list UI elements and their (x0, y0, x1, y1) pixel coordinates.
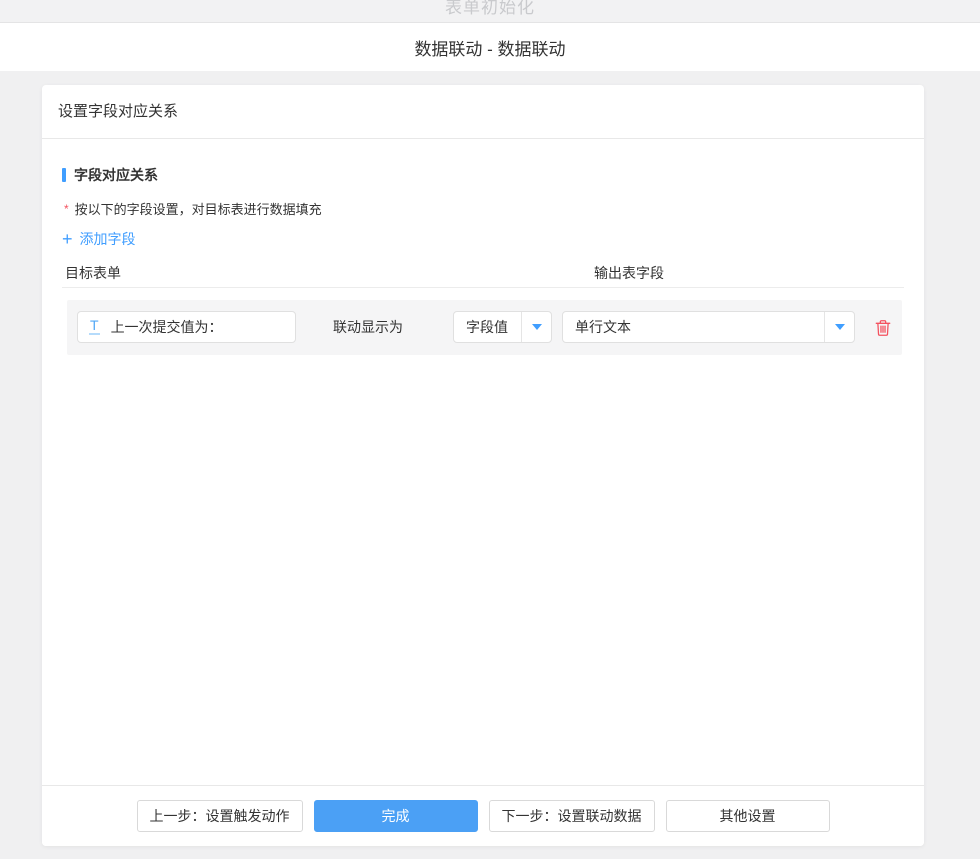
table-row: T 上一次提交值为： 联动显示为 字段值 单行文本 (67, 300, 902, 355)
dialog-title: 数据联动 - 数据联动 (414, 35, 565, 60)
column-header-output-field: 输出表字段 (594, 263, 664, 283)
panel-footer: 上一步：设置触发动作 完成 下一步：设置联动数据 其他设置 (42, 785, 924, 846)
field-mapping-panel: 设置字段对应关系 字段对应关系 * 按以下的字段设置，对目标表进行数据填充 + 添… (42, 85, 924, 846)
plus-icon: + (62, 231, 73, 247)
hint-text: 按以下的字段设置，对目标表进行数据填充 (75, 202, 322, 217)
relation-label: 联动显示为 (333, 300, 403, 355)
finish-button[interactable]: 完成 (314, 800, 478, 832)
delete-row-button[interactable] (873, 318, 893, 338)
table-column-headers: 目标表单 输出表字段 (62, 263, 904, 288)
dropdown-arrow-section[interactable] (824, 312, 854, 342)
background-page-title: 表单初始化 (445, 0, 535, 18)
text-field-type-icon: T (89, 319, 100, 335)
background-page-header: 表单初始化 (0, 0, 980, 23)
other-settings-button[interactable]: 其他设置 (666, 800, 830, 832)
chevron-down-icon (532, 324, 542, 330)
prev-step-button[interactable]: 上一步：设置触发动作 (137, 800, 303, 832)
value-type-selected: 字段值 (454, 317, 521, 337)
next-step-button[interactable]: 下一步：设置联动数据 (489, 800, 655, 832)
target-field-input[interactable]: T 上一次提交值为： (77, 311, 296, 343)
section-title: 字段对应关系 (74, 165, 158, 185)
dialog-title-bar: 数据联动 - 数据联动 (0, 23, 980, 71)
trash-icon (875, 319, 891, 337)
dropdown-arrow-section[interactable] (521, 312, 551, 342)
section-title-row: 字段对应关系 (62, 165, 904, 185)
output-field-select[interactable]: 单行文本 (562, 311, 855, 343)
value-type-select[interactable]: 字段值 (453, 311, 552, 343)
add-field-button[interactable]: + 添加字段 (62, 229, 136, 249)
panel-body: 字段对应关系 * 按以下的字段设置，对目标表进行数据填充 + 添加字段 目标表单 … (42, 139, 924, 355)
panel-header: 设置字段对应关系 (42, 85, 924, 139)
accent-bar (62, 168, 66, 182)
column-header-target-form: 目标表单 (65, 263, 121, 283)
required-mark: * (64, 202, 69, 216)
add-field-label: 添加字段 (80, 229, 136, 249)
section-hint: * 按以下的字段设置，对目标表进行数据填充 (62, 202, 904, 217)
output-field-selected: 单行文本 (563, 317, 824, 337)
target-field-label: 上一次提交值为： (111, 317, 223, 337)
chevron-down-icon (835, 324, 845, 330)
